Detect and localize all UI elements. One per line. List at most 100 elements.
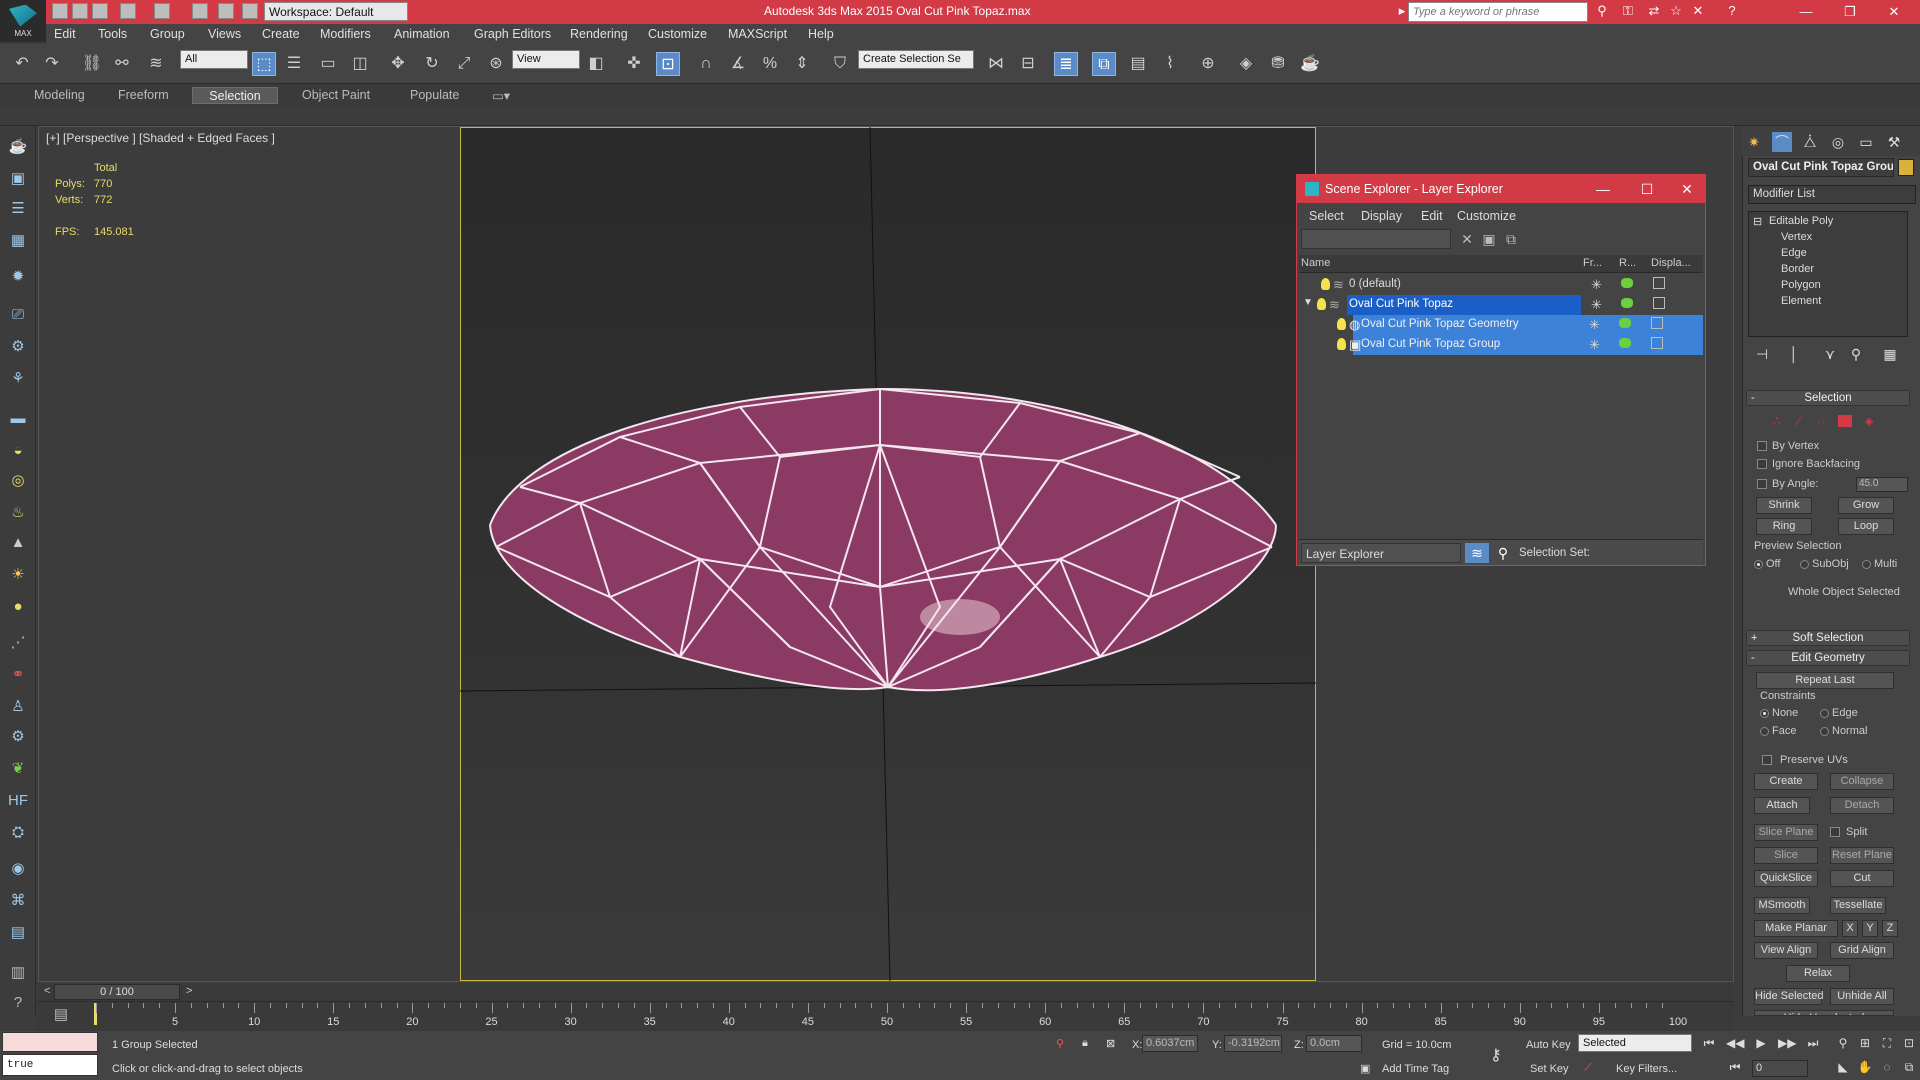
element-mode-icon[interactable]: ◈ <box>1862 415 1876 427</box>
tab-modeling[interactable]: Modeling <box>24 87 95 104</box>
by-angle-checkbox[interactable] <box>1757 479 1767 489</box>
fetch-icon[interactable] <box>242 3 258 19</box>
tab-populate[interactable]: Populate <box>400 87 469 104</box>
detach-button[interactable]: Detach <box>1830 797 1894 814</box>
spinner-snap-icon[interactable]: ⇕ <box>790 52 814 76</box>
create-button[interactable]: Create <box>1754 773 1818 790</box>
freeze-icon[interactable]: ✳ <box>1591 297 1602 313</box>
object-row-geometry[interactable]: ◍ Oval Cut Pink Topaz Geometry ✳ <box>1337 315 1703 335</box>
configure-sets-icon[interactable]: ▦ <box>1880 344 1900 364</box>
layer-add-icon[interactable]: ⧉ <box>1499 229 1523 249</box>
percent-snap-icon[interactable]: % <box>758 52 782 76</box>
loop-button[interactable]: Loop <box>1838 518 1894 535</box>
preview-subobj-radio[interactable] <box>1800 560 1809 569</box>
se-menu-edit[interactable]: Edit <box>1421 209 1443 223</box>
scripts-icon[interactable]: ⌘ <box>7 890 29 912</box>
exchange-icon[interactable]: ⇄ <box>1646 3 1662 19</box>
scale-icon[interactable]: ⤢ <box>452 52 476 76</box>
bulb-icon[interactable] <box>1317 298 1326 310</box>
menu-group[interactable]: Group <box>150 27 185 41</box>
select-object-icon[interactable]: ⬚ <box>252 52 276 76</box>
constraint-edge-radio[interactable] <box>1820 709 1829 718</box>
display-tab-icon[interactable]: ▭ <box>1856 132 1876 152</box>
create-tab-icon[interactable]: ✷ <box>1744 132 1764 152</box>
reference-coord-dropdown[interactable]: View <box>512 50 580 69</box>
helper-icon[interactable]: ⚙ <box>7 336 29 358</box>
menu-create[interactable]: Create <box>262 27 300 41</box>
undo-icon[interactable]: ↶ <box>10 52 34 76</box>
menu-customize[interactable]: Customize <box>648 27 707 41</box>
stack-vertex[interactable]: Vertex <box>1781 231 1812 243</box>
render-teapot-icon[interactable] <box>1619 318 1631 328</box>
collapse-arrow-icon[interactable]: ▼ <box>1303 297 1313 308</box>
auto-key-button[interactable]: Auto Key <box>1526 1039 1571 1051</box>
view-align-button[interactable]: View Align <box>1754 942 1818 959</box>
menu-help[interactable]: Help <box>808 27 834 41</box>
preserve-uvs-checkbox[interactable] <box>1762 755 1772 765</box>
ring-button[interactable]: Ring <box>1756 518 1812 535</box>
hold-icon[interactable] <box>218 3 234 19</box>
planar-z-button[interactable]: Z <box>1882 920 1898 937</box>
grid-icon[interactable]: ▦ <box>7 230 29 252</box>
object-name[interactable]: Oval Cut Pink Topaz Geometry <box>1361 318 1519 330</box>
by-vertex-checkbox[interactable] <box>1757 441 1767 451</box>
bulb-icon[interactable] <box>1337 338 1346 350</box>
render-setup-icon[interactable]: ⛃ <box>1266 52 1290 76</box>
remove-modifier-icon[interactable]: ⚲ <box>1846 344 1866 364</box>
help-circle-icon[interactable]: ? <box>7 992 29 1014</box>
clear-search-icon[interactable]: ✕ <box>1455 229 1479 249</box>
y-coordinate-field[interactable]: -0.3192cm <box>1224 1035 1282 1052</box>
cut-button[interactable]: Cut <box>1830 870 1894 887</box>
hierarchy-mode-icon[interactable]: ⚲ <box>1491 543 1515 563</box>
ignore-backfacing-checkbox[interactable] <box>1757 459 1767 469</box>
planar-y-button[interactable]: Y <box>1862 920 1878 937</box>
select-by-name-icon[interactable]: ☰ <box>282 52 306 76</box>
menu-edit[interactable]: Edit <box>54 27 76 41</box>
selection-lock-icon[interactable]: 🔒︎ <box>1082 1037 1088 1050</box>
particle-icon[interactable]: ⚘ <box>7 368 29 390</box>
object-row-group[interactable]: ▣ Oval Cut Pink Topaz Group ✳ <box>1337 335 1703 355</box>
stack-editable-poly[interactable]: Editable Poly <box>1769 215 1833 227</box>
link-icon[interactable]: ⛓ <box>80 52 104 76</box>
field-of-view-icon[interactable]: ◣ <box>1834 1058 1852 1076</box>
split-checkbox[interactable] <box>1830 827 1840 837</box>
tab-freeform[interactable]: Freeform <box>108 87 179 104</box>
hierarchy-tab-icon[interactable]: ⧊ <box>1800 132 1820 152</box>
teapot-primitive-icon[interactable]: ♨ <box>7 502 29 524</box>
gem-model[interactable] <box>460 127 1316 981</box>
freeze-icon[interactable]: ✳ <box>1589 337 1600 353</box>
cone-icon[interactable]: ▲ <box>7 532 29 554</box>
angle-snap-icon[interactable]: ∡ <box>726 52 750 76</box>
layer-name[interactable]: 0 (default) <box>1349 278 1401 290</box>
se-close-button[interactable]: ✕ <box>1675 179 1699 199</box>
tessellate-button[interactable]: Tessellate <box>1830 897 1886 914</box>
snap-toggle-icon[interactable]: ∩ <box>694 52 718 76</box>
project-folder-icon[interactable] <box>192 3 208 19</box>
rotate-icon[interactable]: ↻ <box>420 52 444 76</box>
tools-icon[interactable]: ✕ <box>1690 3 1706 19</box>
keyboard-override-icon[interactable]: ⊡ <box>656 52 680 76</box>
filter-icon[interactable]: ▣ <box>1477 229 1501 249</box>
render-teapot-icon[interactable] <box>1619 338 1631 348</box>
plane-icon[interactable]: ▬ <box>7 408 29 430</box>
quickslice-button[interactable]: QuickSlice <box>1754 870 1818 887</box>
show-end-result-icon[interactable]: │ <box>1784 344 1804 364</box>
stack-edge[interactable]: Edge <box>1781 247 1807 259</box>
star-icon[interactable]: ☆ <box>1668 3 1684 19</box>
viewport-label[interactable]: [+] [Perspective ] [Shaded + Edged Faces… <box>46 131 275 145</box>
menu-maxscript[interactable]: MAXScript <box>728 27 787 41</box>
freeze-icon[interactable]: ✳ <box>1591 277 1602 293</box>
restore-button[interactable]: ❐ <box>1828 0 1872 24</box>
se-search-input[interactable] <box>1301 229 1451 249</box>
polygon-mode-icon[interactable] <box>1838 415 1852 427</box>
make-unique-icon[interactable]: ⋎ <box>1820 344 1840 364</box>
geosphere-icon[interactable]: ● <box>7 596 29 618</box>
scene-explorer-titlebar[interactable]: Scene Explorer - Layer Explorer — ☐ ✕ <box>1297 175 1705 203</box>
vertex-mode-icon[interactable]: ∴ <box>1770 415 1784 427</box>
constraint-normal-radio[interactable] <box>1820 727 1829 736</box>
zoom-extents-icon[interactable]: ⛶ <box>1878 1034 1896 1052</box>
torus-icon[interactable]: ◎ <box>7 470 29 492</box>
maximize-viewport-icon[interactable]: ⧉ <box>1900 1058 1918 1076</box>
help-icon[interactable]: ? <box>1724 3 1740 19</box>
col-frozen[interactable]: Fr... <box>1583 257 1602 269</box>
